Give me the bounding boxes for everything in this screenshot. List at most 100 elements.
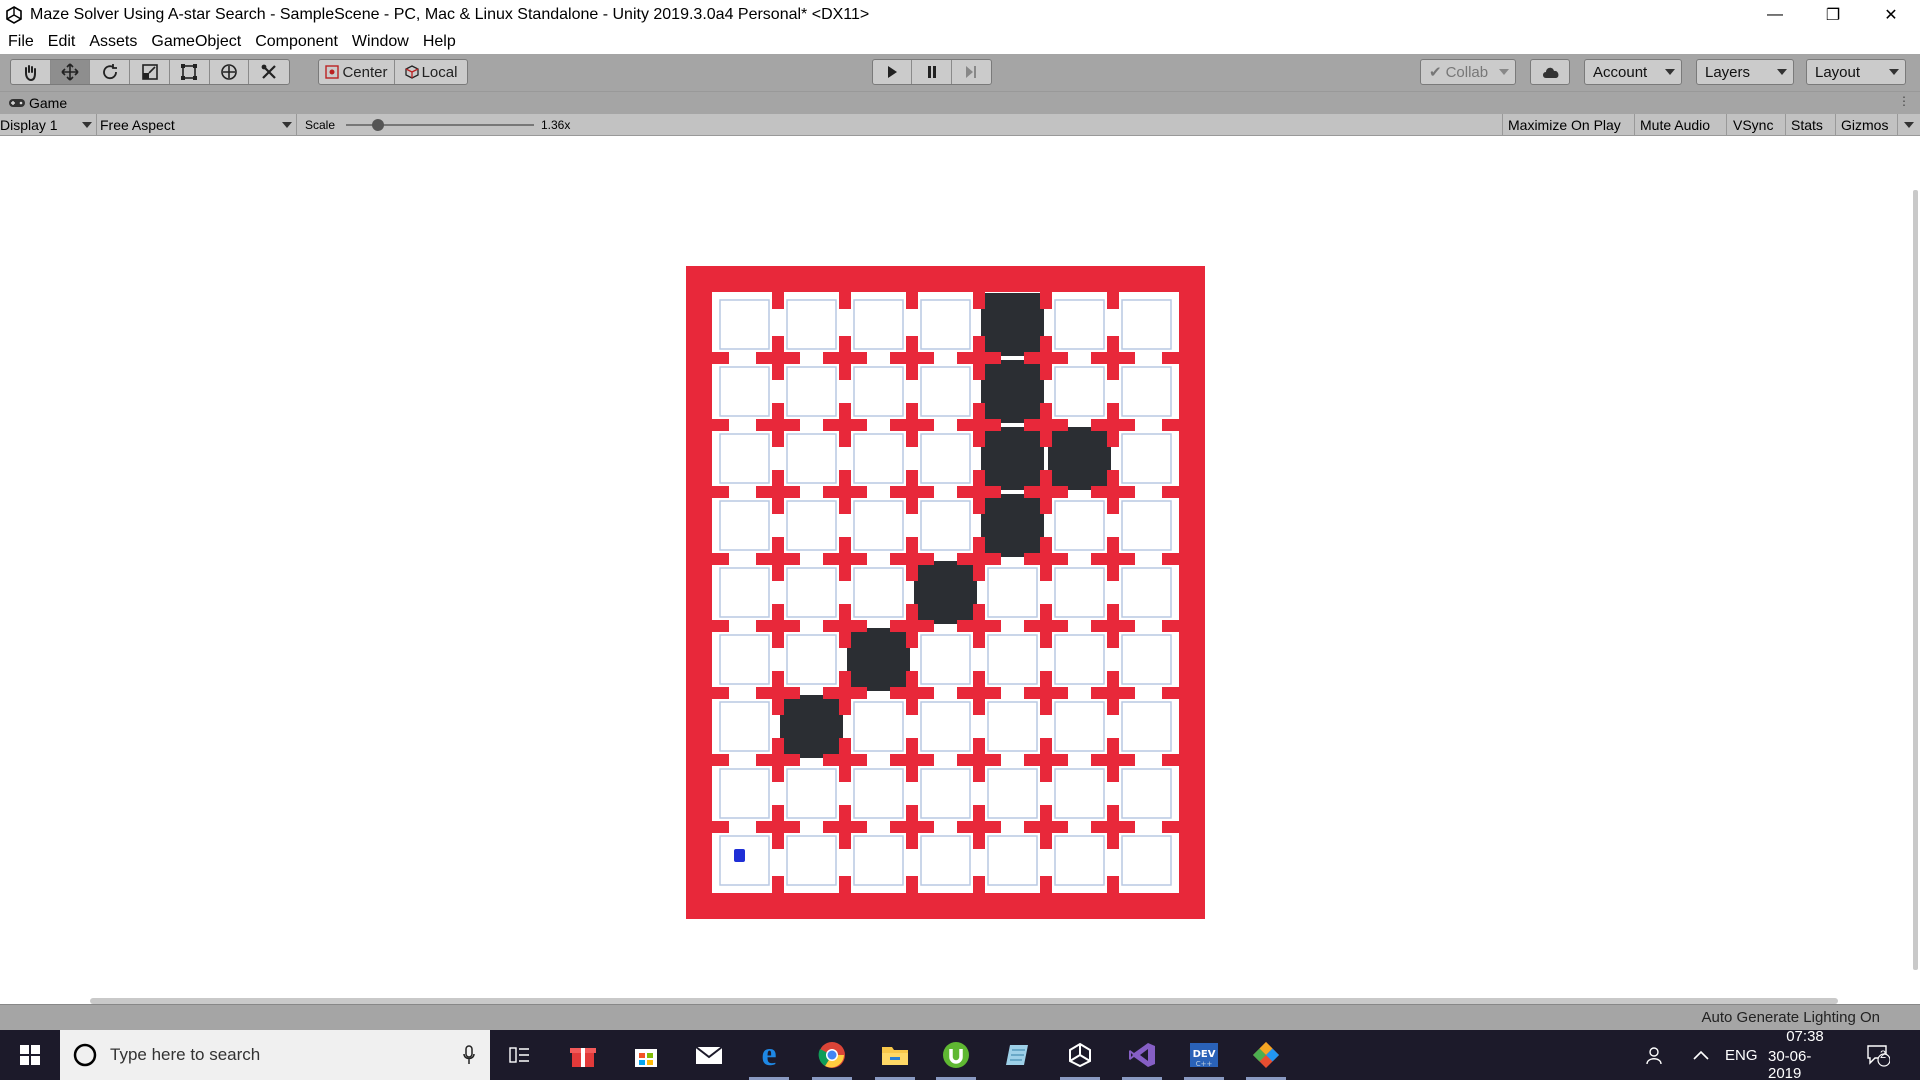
maze-wall	[973, 403, 985, 447]
collab-dropdown[interactable]: ✔ Collab	[1420, 59, 1516, 85]
scale-tool-button[interactable]	[130, 60, 170, 84]
aspect-dropdown[interactable]: Free Aspect	[100, 114, 294, 136]
taskbar-search[interactable]: Type here to search	[60, 1030, 490, 1080]
maze-wall	[711, 754, 729, 766]
action-center-icon[interactable]: 2	[1866, 1030, 1890, 1080]
move-tool-button[interactable]	[50, 60, 91, 84]
layout-arrow-icon	[1889, 69, 1899, 75]
clock[interactable]: 07:38 30-06-2019	[1768, 1028, 1842, 1082]
step-button[interactable]	[952, 60, 991, 84]
menu-help[interactable]: Help	[423, 33, 456, 51]
pause-button[interactable]	[912, 60, 952, 84]
menu-assets[interactable]: Assets	[89, 33, 137, 51]
gizmos-toggle[interactable]: Gizmos	[1841, 114, 1888, 136]
path-cell	[981, 494, 1044, 557]
maze-wall	[839, 537, 851, 581]
tab-menu-icon[interactable]: ⋮	[1898, 94, 1910, 108]
start-button[interactable]	[0, 1030, 60, 1080]
maximize-on-play-toggle[interactable]: Maximize On Play	[1508, 114, 1621, 136]
stats-toggle[interactable]: Stats	[1791, 114, 1823, 136]
visual-studio-icon[interactable]	[1118, 1035, 1166, 1080]
custom-tool-button[interactable]	[249, 60, 289, 84]
windows-taskbar: Type here to search e DEV C++ ENG 07:38 …	[0, 1028, 1920, 1082]
close-button[interactable]: ✕	[1862, 0, 1920, 30]
language-indicator[interactable]: ENG	[1725, 1030, 1758, 1080]
maze-wall	[973, 671, 985, 715]
playback-controls	[872, 59, 992, 85]
pivot-local-button[interactable]: Local	[395, 60, 467, 84]
scale-slider-thumb[interactable]	[371, 119, 384, 131]
tab-game[interactable]: Game	[8, 95, 67, 111]
task-view-icon[interactable]	[496, 1035, 544, 1075]
rect-tool-button[interactable]	[170, 60, 210, 84]
play-button[interactable]	[873, 60, 913, 84]
maximize-button[interactable]: ❐	[1804, 0, 1862, 30]
mail-icon[interactable]	[685, 1035, 733, 1075]
maze-wall	[973, 336, 985, 380]
transform-tool-button[interactable]	[210, 60, 250, 84]
microphone-icon[interactable]	[462, 1045, 476, 1065]
transform-tools	[10, 59, 290, 85]
maze-wall	[772, 738, 784, 782]
maze-wall	[1040, 537, 1052, 581]
edge-icon[interactable]: e	[745, 1035, 793, 1080]
people-icon[interactable]	[1646, 1030, 1666, 1080]
vertical-scrollbar[interactable]	[1913, 190, 1918, 970]
path-cell	[847, 628, 910, 691]
maze-wall	[973, 805, 985, 849]
maze-wall	[1107, 403, 1119, 447]
unity-icon[interactable]	[1056, 1035, 1104, 1080]
mute-audio-toggle[interactable]: Mute Audio	[1640, 114, 1710, 136]
maze-wall	[772, 336, 784, 380]
maze-wall	[839, 876, 851, 894]
gift-icon[interactable]	[559, 1035, 607, 1075]
hand-icon	[25, 65, 37, 81]
maze-wall	[839, 336, 851, 380]
store-icon[interactable]	[622, 1035, 670, 1075]
scale-slider[interactable]	[346, 114, 534, 136]
maze-wall	[1162, 620, 1180, 632]
maze-wall	[839, 291, 851, 309]
scale-value: 1.36x	[541, 118, 571, 132]
layout-dropdown[interactable]: Layout	[1806, 59, 1906, 85]
layers-dropdown[interactable]: Layers	[1696, 59, 1794, 85]
clock-date: 30-06-2019	[1768, 1048, 1812, 1082]
cloud-button[interactable]	[1530, 59, 1570, 85]
display-dropdown[interactable]: Display 1	[0, 114, 94, 136]
git-icon[interactable]	[1242, 1035, 1290, 1080]
maze-wall	[906, 876, 918, 894]
utorrent-icon[interactable]	[932, 1035, 980, 1080]
menu-component[interactable]: Component	[255, 33, 338, 51]
maze-wall	[1040, 738, 1052, 782]
file-explorer-icon[interactable]	[871, 1035, 919, 1080]
aspect-arrow-icon	[282, 122, 292, 128]
menu-edit[interactable]: Edit	[48, 33, 76, 51]
account-dropdown[interactable]: Account	[1584, 59, 1682, 85]
maze-wall	[772, 604, 784, 648]
maze-wall	[839, 805, 851, 849]
collab-arrow-icon	[1499, 69, 1509, 75]
minimize-button[interactable]: —	[1746, 0, 1804, 30]
chrome-icon[interactable]	[808, 1035, 856, 1080]
pivot-center-button[interactable]: Center	[319, 60, 395, 84]
path-cell	[981, 293, 1044, 356]
vsync-toggle[interactable]: VSync	[1733, 114, 1773, 136]
gamepad-icon	[9, 99, 25, 107]
maze-wall	[711, 419, 729, 431]
rotate-tool-button[interactable]	[90, 60, 131, 84]
notepad-icon[interactable]	[994, 1035, 1042, 1075]
dev-cpp-icon[interactable]: DEV C++	[1180, 1035, 1228, 1080]
layers-arrow-icon	[1777, 69, 1787, 75]
menu-file[interactable]: File	[8, 33, 34, 51]
maze-wall	[1040, 671, 1052, 715]
maze-wall	[839, 671, 851, 715]
menu-window[interactable]: Window	[352, 33, 409, 51]
hand-tool-button[interactable]	[11, 60, 51, 84]
maze-wall	[772, 805, 784, 849]
maze-wall	[839, 738, 851, 782]
game-viewport[interactable]	[0, 136, 1920, 1004]
gizmos-dropdown-icon[interactable]	[1904, 122, 1914, 128]
show-hidden-icons-chevron-icon[interactable]	[1693, 1030, 1709, 1080]
maze-wall	[1107, 738, 1119, 782]
menu-gameobject[interactable]: GameObject	[151, 33, 241, 51]
